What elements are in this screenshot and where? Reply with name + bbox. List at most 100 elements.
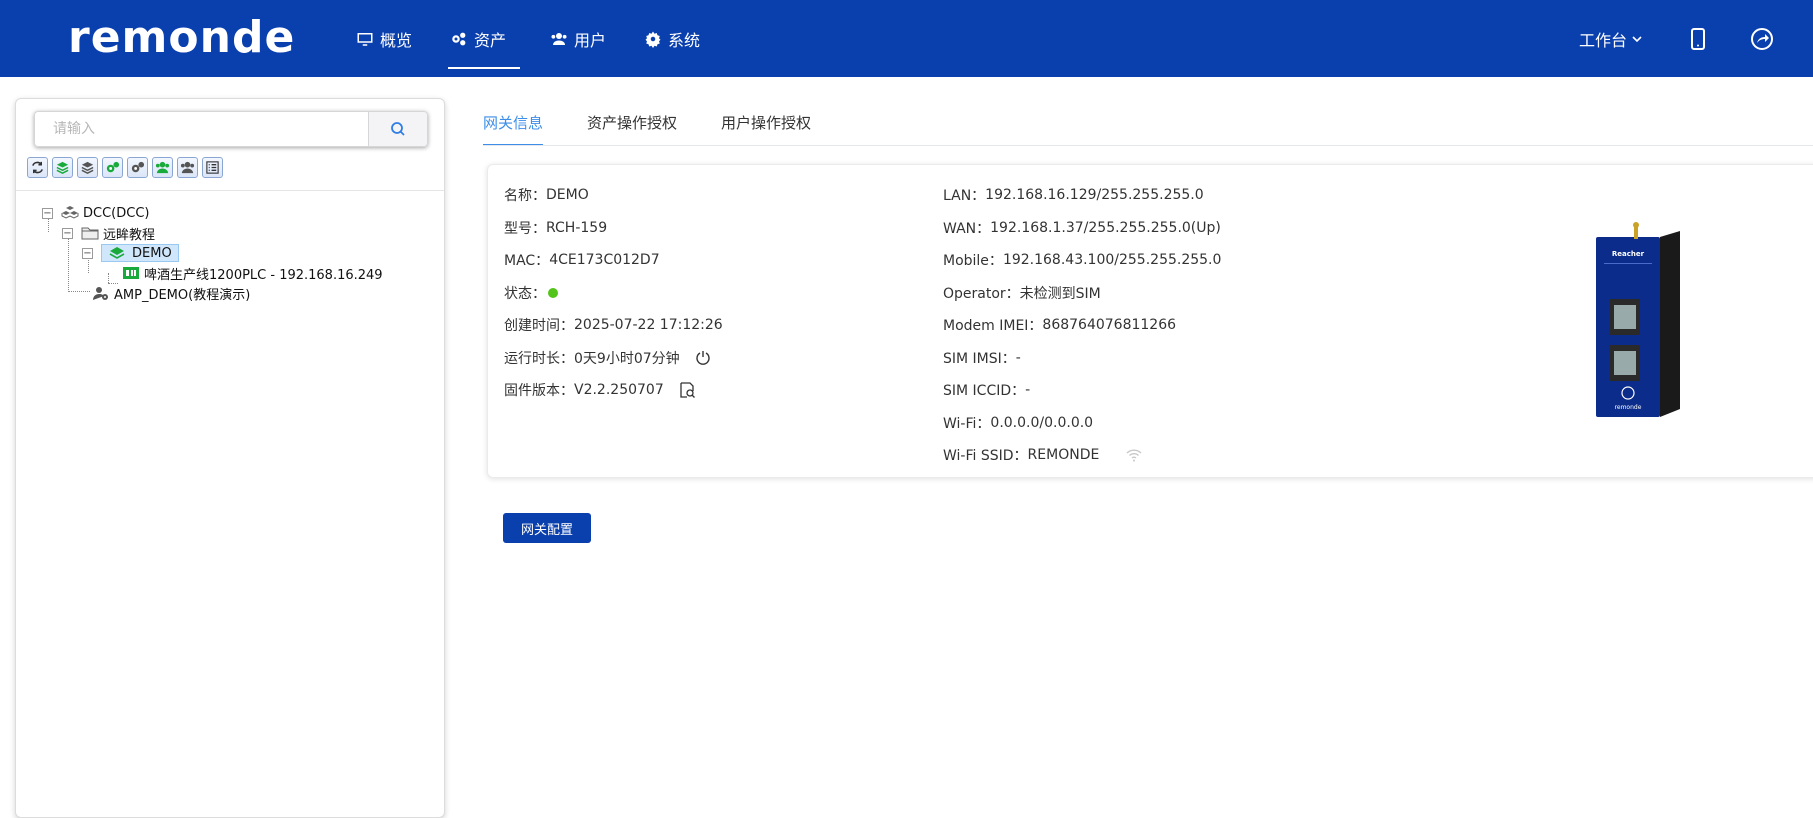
- info-value: REMONDE: [1027, 447, 1100, 464]
- info-row-name: 名称： DEMO: [504, 179, 924, 212]
- info-row-mobile: Mobile： 192.168.43.100/255.255.255.0: [943, 244, 1443, 277]
- cluster-icon: [61, 206, 79, 219]
- search-input[interactable]: [34, 111, 368, 147]
- info-key: 型号：: [504, 220, 546, 237]
- info-value: -: [1025, 382, 1031, 399]
- device-brand: remonde: [1615, 404, 1642, 411]
- info-key: 运行时长：: [504, 350, 574, 367]
- info-key: 名称：: [504, 188, 546, 205]
- collapse-toggle[interactable]: −: [62, 227, 73, 239]
- gateway-icon: [109, 247, 125, 259]
- nav-item-assets[interactable]: 资产: [434, 0, 534, 77]
- info-value: V2.2.250707: [574, 382, 664, 399]
- user-group-button[interactable]: [177, 157, 198, 178]
- info-key: 状态：: [504, 285, 546, 302]
- gears-icon: [452, 32, 466, 45]
- info-row-firmware: 固件版本： V2.2.250707: [504, 374, 924, 407]
- info-row-operator: Operator： 未检测到SIM: [943, 277, 1443, 310]
- info-row-wan: WAN： 192.168.1.37/255.255.255.0(Up): [943, 212, 1443, 245]
- info-key: 创建时间：: [504, 318, 574, 335]
- users-green-icon: [155, 161, 170, 174]
- monitor-icon: [357, 32, 373, 46]
- user-gear-icon: [93, 287, 108, 300]
- power-button[interactable]: [694, 349, 712, 367]
- brand-logo[interactable]: remonde: [68, 14, 295, 62]
- device-settings-button[interactable]: [127, 157, 148, 178]
- gateway-device-image: Reacher remonde: [1596, 222, 1680, 417]
- add-layer-button[interactable]: [77, 157, 98, 178]
- gateway-config-button[interactable]: 网关配置: [503, 513, 591, 543]
- gears-icon: [131, 161, 145, 173]
- tree-node-label: DCC(DCC): [83, 205, 150, 221]
- refresh-button[interactable]: [27, 157, 48, 178]
- topbar-right: 工作台: [1579, 0, 1813, 77]
- info-value: 192.168.43.100/255.255.255.0: [1002, 252, 1222, 269]
- info-row-status: 状态：: [504, 277, 924, 310]
- info-row-imsi: SIM IMSI： -: [943, 342, 1443, 375]
- mobile-icon: [1691, 27, 1705, 50]
- info-row-wifi-ssid: Wi-Fi SSID： REMONDE: [943, 439, 1443, 472]
- info-value: -: [1015, 349, 1021, 366]
- tree-node-dcc[interactable]: − DCC(DCC): [42, 203, 149, 223]
- tree-connector: [108, 273, 109, 283]
- nav-item-label: 资产: [474, 30, 507, 50]
- tree-connector: [68, 291, 90, 292]
- top-navigation-bar: remonde 概览 资产 用户 系统 工作台: [0, 0, 1813, 77]
- wifi-icon: [1126, 449, 1142, 462]
- info-row-imei: Modem IMEI： 868764076811266: [943, 309, 1443, 342]
- info-key: Mobile：: [943, 253, 1003, 270]
- tree-node-demo[interactable]: − DEMO: [82, 243, 179, 263]
- document-search-icon: [680, 382, 695, 399]
- info-value: 0.0.0.0/0.0.0.0: [990, 414, 1094, 431]
- info-value: 未检测到SIM: [1019, 285, 1101, 302]
- nav-item-label: 系统: [668, 30, 701, 50]
- tab-user-permissions[interactable]: 用户操作授权: [721, 112, 811, 146]
- info-value: DEMO: [546, 187, 589, 204]
- tab-asset-permissions[interactable]: 资产操作授权: [587, 112, 677, 146]
- add-gateway-button[interactable]: [52, 157, 73, 178]
- power-icon: [695, 350, 710, 365]
- gears-green-icon: [106, 161, 120, 173]
- list-view-button[interactable]: [202, 157, 223, 178]
- info-value: RCH-159: [546, 219, 608, 236]
- info-row-uptime: 运行时长： 0天9小时07分钟: [504, 342, 924, 375]
- tab-gateway-info[interactable]: 网关信息: [483, 112, 544, 146]
- gear-icon: [645, 31, 661, 48]
- status-online-dot: [548, 287, 558, 298]
- nav-item-overview[interactable]: 概览: [340, 0, 434, 77]
- list-icon: [206, 161, 219, 174]
- info-key: 固件版本：: [504, 383, 574, 400]
- share-button[interactable]: [1749, 26, 1775, 52]
- tree-node-amp-demo[interactable]: AMP_DEMO(教程演示): [92, 283, 250, 303]
- collapse-toggle[interactable]: −: [42, 207, 53, 219]
- info-value: 192.168.1.37/255.255.255.0(Up): [990, 219, 1221, 236]
- info-row-lan: LAN： 192.168.16.129/255.255.255.0: [943, 179, 1443, 212]
- firmware-check-button[interactable]: [678, 381, 696, 399]
- tree-node-label: 远眸教程: [103, 227, 156, 243]
- add-user-group-button[interactable]: [152, 157, 173, 178]
- tree-node-folder[interactable]: − 远眸教程: [62, 223, 155, 243]
- add-device-button[interactable]: [102, 157, 123, 178]
- users-icon: [551, 32, 567, 45]
- gateway-info-left: 名称： DEMO 型号： RCH-159 MAC： 4CE173C012D7 状态： …: [504, 179, 924, 407]
- workbench-label: 工作台: [1578, 30, 1627, 50]
- nav-item-system[interactable]: 系统: [628, 0, 722, 77]
- workbench-dropdown[interactable]: 工作台: [1579, 27, 1643, 51]
- info-row-iccid: SIM ICCID： -: [943, 374, 1443, 407]
- users-icon: [180, 161, 195, 174]
- tree-toolbar: [27, 157, 223, 178]
- collapse-toggle[interactable]: −: [82, 247, 93, 259]
- info-value: 868764076811266: [1042, 317, 1177, 334]
- nav-item-users[interactable]: 用户: [534, 0, 628, 77]
- gateway-info-card: 名称： DEMO 型号： RCH-159 MAC： 4CE173C012D7 状态： …: [487, 164, 1813, 478]
- layer-green-icon: [56, 161, 69, 174]
- chevron-down-icon: [1632, 35, 1642, 42]
- plc-icon: [123, 267, 139, 279]
- search-button[interactable]: [368, 111, 428, 147]
- info-key: Wi-Fi SSID：: [943, 448, 1028, 465]
- info-key: Wi-Fi：: [943, 415, 991, 432]
- info-key: LAN：: [943, 188, 986, 205]
- mobile-button[interactable]: [1685, 26, 1711, 52]
- tabs-divider: [483, 145, 1813, 146]
- tree-node-plc[interactable]: 啤酒生产线1200PLC - 192.168.16.249: [122, 263, 383, 283]
